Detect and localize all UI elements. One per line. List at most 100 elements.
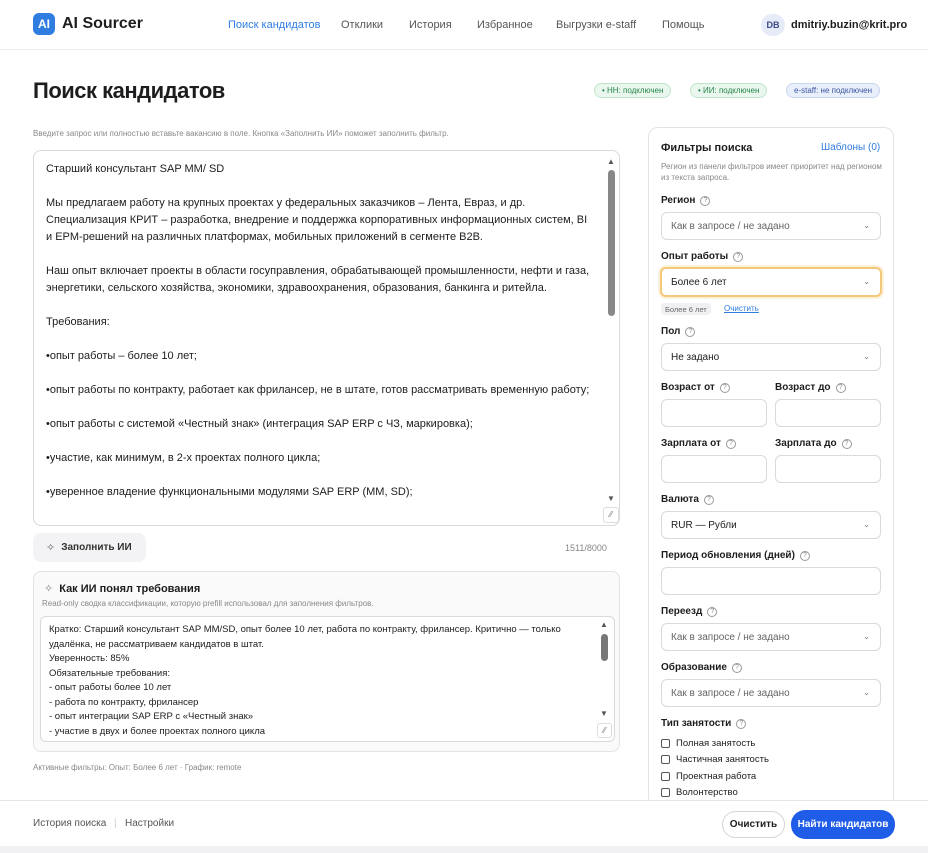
currency-select[interactable]: RUR — Рубли ⌄ (661, 511, 881, 539)
nav-history[interactable]: История (409, 19, 452, 31)
avatar[interactable]: DB (761, 14, 785, 36)
help-icon[interactable]: ? (725, 438, 736, 449)
filters-title: Фильтры поиска (661, 142, 753, 154)
top-navigation: AI AI Sourcer Поиск кандидатов Отклики И… (0, 0, 928, 50)
scroll-down-icon[interactable]: ▼ (600, 709, 608, 718)
query-paragraph: •опыт работы – более 10 лет; (46, 350, 197, 362)
region-label-text: Регион (661, 195, 696, 206)
employment-option[interactable]: Частичная занятость (661, 754, 769, 765)
resize-handle-icon[interactable]: ⁄⁄ (597, 723, 612, 738)
education-select[interactable]: Как в запросе / не задано ⌄ (661, 679, 881, 707)
refresh-period-label: Период обновления (дней) ? (661, 550, 810, 561)
gender-select[interactable]: Не задано ⌄ (661, 343, 881, 371)
chevron-down-icon: ⌄ (863, 221, 870, 230)
scrollbar-thumb[interactable] (601, 634, 608, 661)
query-paragraph: Наш опыт включает проекты в области госу… (46, 265, 590, 294)
nav-estaff-exports[interactable]: Выгрузки e-staff (556, 19, 636, 31)
clear-button[interactable]: Очистить (722, 811, 785, 838)
fill-ai-button[interactable]: ✧ Заполнить ИИ (33, 533, 146, 562)
salary-to-input[interactable] (775, 455, 881, 483)
employment-label: Тип занятости ? (661, 718, 747, 729)
help-icon[interactable]: ? (733, 251, 744, 262)
help-icon[interactable]: ? (719, 382, 730, 393)
checkbox[interactable] (661, 755, 670, 764)
ai-summary-text: Кратко: Старший консультант SAP MM/SD, о… (49, 624, 561, 741)
age-to-input[interactable] (775, 399, 881, 427)
help-icon[interactable]: ? (799, 550, 810, 561)
experience-chip: Более 6 лет (661, 303, 711, 315)
fill-ai-label: Заполнить ИИ (61, 542, 132, 553)
query-text[interactable]: Старший консультант SAP MM/ SD Мы предла… (46, 161, 594, 518)
salary-from-label-text: Зарплата от (661, 438, 721, 449)
help-icon[interactable]: ? (700, 195, 711, 206)
help-icon[interactable]: ? (731, 662, 742, 673)
experience-label: Опыт работы ? (661, 251, 744, 262)
education-label-text: Образование (661, 662, 727, 673)
filters-hint: Регион из панели фильтров имеет приорите… (661, 162, 882, 182)
user-email[interactable]: dmitriy.buzin@krit.pro (791, 19, 907, 31)
chevron-down-icon: ⌄ (863, 632, 870, 641)
region-select[interactable]: Как в запросе / не задано ⌄ (661, 212, 881, 240)
ai-summary-heading: ✧ Как ИИ понял требования (44, 582, 200, 596)
query-paragraph: •опыт работы с системой «Честный знак» (… (46, 418, 473, 430)
scroll-down-icon[interactable]: ▼ (607, 494, 615, 503)
help-icon[interactable]: ? (707, 606, 718, 617)
gender-label-text: Пол (661, 326, 681, 337)
employment-option-label: Частичная занятость (676, 754, 769, 765)
scroll-up-icon[interactable]: ▲ (607, 157, 615, 166)
scrollbar-thumb[interactable] (608, 170, 615, 316)
relocation-label-text: Переезд (661, 606, 703, 617)
query-paragraph: •участие, как минимум, в 2-х проектах по… (46, 452, 321, 464)
templates-link[interactable]: Шаблоны (0) (821, 142, 880, 153)
chevron-down-icon: ⌄ (863, 688, 870, 697)
settings-link[interactable]: Настройки (125, 818, 174, 829)
query-paragraph: Старший консультант SAP MM/ SD (46, 163, 225, 175)
query-paragraph: Требования: (46, 316, 110, 328)
query-textarea[interactable]: Старший консультант SAP MM/ SD Мы предла… (33, 150, 620, 526)
find-candidates-button[interactable]: Найти кандидатов (791, 810, 895, 839)
help-icon[interactable]: ? (841, 438, 852, 449)
app-name[interactable]: AI Sourcer (62, 15, 143, 33)
salary-from-input[interactable] (661, 455, 767, 483)
relocation-label: Переезд ? (661, 606, 718, 617)
status-badge-ai: • ИИ: подключен (690, 83, 768, 98)
age-from-input[interactable] (661, 399, 767, 427)
scroll-up-icon[interactable]: ▲ (600, 620, 608, 629)
employment-option[interactable]: Волонтерство (661, 787, 738, 798)
chevron-down-icon: ⌄ (863, 352, 870, 361)
clear-experience-link[interactable]: Очистить (724, 304, 759, 313)
employment-option[interactable]: Полная занятость (661, 738, 755, 749)
app-logo-icon[interactable]: AI (33, 13, 55, 35)
ai-summary-textarea[interactable]: Кратко: Старший консультант SAP MM/SD, о… (40, 616, 615, 742)
experience-select[interactable]: Более 6 лет ⌄ (660, 267, 882, 297)
nav-responses[interactable]: Отклики (341, 19, 383, 31)
nav-help[interactable]: Помощь (662, 19, 705, 31)
region-label: Регион ? (661, 195, 711, 206)
chevron-down-icon: ⌄ (863, 277, 870, 286)
age-from-label: Возраст от ? (661, 382, 730, 393)
checkbox[interactable] (661, 772, 670, 781)
age-from-label-text: Возраст от (661, 382, 715, 393)
gender-value: Не задано (671, 351, 720, 363)
employment-option[interactable]: Проектная работа (661, 771, 756, 782)
nav-search-candidates[interactable]: Поиск кандидатов (228, 19, 321, 31)
nav-favorites[interactable]: Избранное (477, 19, 533, 31)
currency-value: RUR — Рубли (671, 519, 737, 531)
relocation-value: Как в запросе / не задано (671, 631, 790, 643)
refresh-period-input[interactable] (661, 567, 881, 595)
help-icon[interactable]: ? (685, 326, 696, 337)
resize-handle-icon[interactable]: ⁄⁄ (603, 507, 619, 523)
checkbox[interactable] (661, 788, 670, 797)
ai-summary-subtitle: Read-only сводка классификации, которую … (42, 599, 374, 608)
help-icon[interactable]: ? (703, 494, 714, 505)
search-history-link[interactable]: История поиска (33, 818, 106, 829)
employment-label-text: Тип занятости (661, 718, 732, 729)
checkbox[interactable] (661, 739, 670, 748)
relocation-select[interactable]: Как в запросе / не задано ⌄ (661, 623, 881, 651)
page-title: Поиск кандидатов (33, 78, 225, 103)
help-icon[interactable]: ? (835, 382, 846, 393)
query-hint: Введите запрос или полностью вставьте ва… (33, 129, 449, 138)
help-icon[interactable]: ? (736, 718, 747, 729)
bottom-action-bar: История поиска | Настройки Очистить Найт… (0, 800, 928, 846)
refresh-period-label-text: Период обновления (дней) (661, 550, 795, 561)
